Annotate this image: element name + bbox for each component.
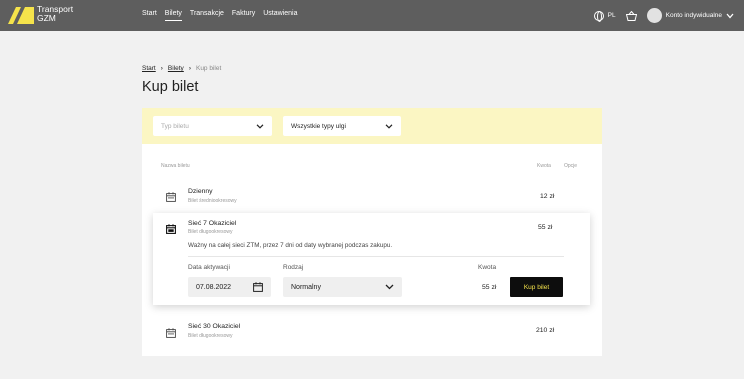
account-label: Konto indywidualne xyxy=(665,12,722,19)
nav-bilety[interactable]: Bilety xyxy=(164,10,182,21)
buy-ticket-button[interactable]: Kup bilet xyxy=(510,277,563,297)
chevron-down-icon xyxy=(256,123,264,129)
nav-transakcje[interactable]: Transakcje xyxy=(190,10,224,21)
chevron-down-icon xyxy=(385,284,394,290)
account-menu[interactable]: Konto indywidualne xyxy=(646,8,734,23)
basket-icon[interactable] xyxy=(625,10,637,21)
globe-icon xyxy=(593,10,604,22)
calendar-icon[interactable] xyxy=(253,282,263,292)
ticket-type-select[interactable]: Typ biletu xyxy=(153,116,272,136)
ticket-kind-select[interactable]: Normalny xyxy=(283,277,402,297)
expanded-ticket-name: Sieć 7 Okaziciel xyxy=(188,220,237,227)
ticket-amount: 210 zł xyxy=(536,327,555,334)
nav-faktury[interactable]: Faktury xyxy=(232,10,255,21)
ticket-description: Ważny na całej sieci ZTM, przez 7 dni od… xyxy=(188,242,393,249)
breadcrumb-separator-icon: › xyxy=(160,65,163,72)
calendar-icon xyxy=(166,192,176,202)
top-navigation-bar: Transport GZM Start Bilety Transakcje Fa… xyxy=(0,0,744,31)
activation-date-field[interactable]: 07.08.2022 xyxy=(188,277,271,297)
ticket-subtitle: Bilet średniookresowy xyxy=(188,198,237,204)
ticket-type-placeholder: Typ biletu xyxy=(161,122,189,130)
breadcrumb-bilety[interactable]: Bilety xyxy=(168,65,184,72)
activation-date-value: 07.08.2022 xyxy=(196,283,232,291)
amount-label: Kwota xyxy=(478,264,497,271)
breadcrumb-current: Kup bilet xyxy=(195,65,222,72)
transport-gzm-logo[interactable]: Transport GZM xyxy=(8,5,88,27)
main-nav: Start Bilety Transakcje Faktury Ustawien… xyxy=(142,10,298,21)
breadcrumb-separator-icon: › xyxy=(188,65,191,72)
breadcrumb-start[interactable]: Start xyxy=(142,65,156,72)
ticket-subtitle: Bilet długookresowy xyxy=(188,333,233,339)
language-label: PL xyxy=(607,12,616,19)
calendar-icon xyxy=(166,328,176,338)
expanded-ticket-amount: 55 zł xyxy=(538,224,553,231)
calendar-check-icon xyxy=(166,224,176,234)
language-switcher[interactable]: PL xyxy=(593,10,616,22)
ticket-kind-label: Rodzaj xyxy=(283,264,304,271)
nav-ustawienia[interactable]: Ustawienia xyxy=(263,10,297,21)
activation-date-label: Data aktywacji xyxy=(188,264,230,271)
ticket-amount: 12 zł xyxy=(540,193,555,200)
nav-start[interactable]: Start xyxy=(142,10,157,21)
logo-line-2: GZM xyxy=(37,13,56,23)
divider xyxy=(188,256,564,257)
chevron-down-icon xyxy=(385,123,393,129)
discount-type-select[interactable]: Wszystkie typy ulgi xyxy=(283,116,401,136)
expanded-ticket-subtitle: Bilet długookresowy xyxy=(188,229,233,235)
filters-bar: Typ biletu Wszystkie typy ulgi xyxy=(142,108,602,144)
avatar xyxy=(646,8,662,23)
column-header-name: Nazwa biletu xyxy=(161,163,190,169)
ticket-row[interactable]: Sieć 30 Okaziciel Bilet długookresowy 21… xyxy=(142,320,602,354)
column-header-amount: Kwota xyxy=(537,163,551,169)
ticket-name: Sieć 30 Okaziciel xyxy=(188,323,241,330)
chevron-down-icon xyxy=(726,13,734,18)
logo-text: Transport GZM xyxy=(37,5,73,23)
discount-type-value: Wszystkie typy ulgi xyxy=(291,122,346,130)
expanded-ticket-card: Sieć 7 Okaziciel Bilet długookresowy 55 … xyxy=(153,213,590,305)
column-header-options: Opcje xyxy=(564,163,578,169)
logo-mark-icon xyxy=(8,7,34,24)
amount-value: 55 zł xyxy=(482,284,497,291)
ticket-kind-value: Normalny xyxy=(291,283,321,291)
ticket-name: Dzienny xyxy=(188,188,213,195)
page-title: Kup bilet xyxy=(142,79,199,95)
header-tools: PL Konto indywidualne xyxy=(593,7,734,24)
breadcrumb: Start › Bilety › Kup bilet xyxy=(142,65,221,72)
